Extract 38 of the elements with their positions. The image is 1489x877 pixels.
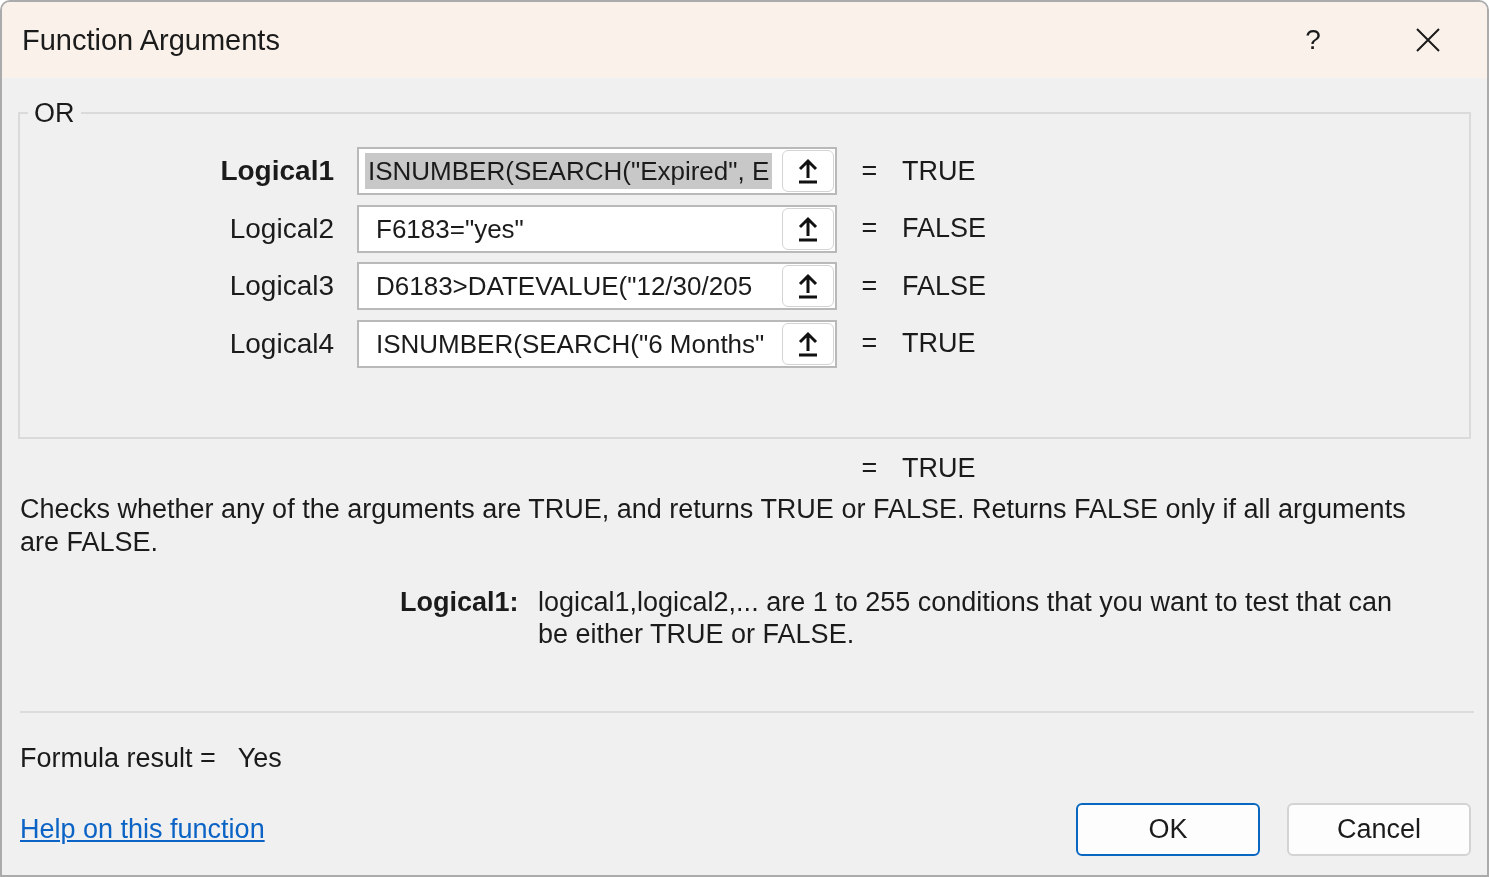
collapse-button[interactable] xyxy=(782,322,834,365)
arrow-up-icon xyxy=(797,215,819,242)
argument-help-text: logical1,logical2,... are 1 to 255 conditions that you want to test that can be either TRUE or FALSE. xyxy=(538,585,1394,650)
argument-result: FALSE xyxy=(902,213,988,244)
equals-sign: = xyxy=(861,270,878,302)
window-title: Function Arguments xyxy=(22,23,280,57)
function-name: OR xyxy=(33,98,76,128)
argument-result: TRUE xyxy=(902,328,977,359)
equals-sign: = xyxy=(861,213,878,244)
argument-help-label: Logical1: xyxy=(400,585,520,618)
argument-result: TRUE xyxy=(902,155,977,187)
arrow-up-icon xyxy=(797,330,819,357)
argument-field[interactable]: D6183>DATEVALUE("12/30/205 xyxy=(357,262,837,310)
collapse-button[interactable] xyxy=(782,265,834,307)
formula-result-value: Yes xyxy=(237,743,282,774)
function-description: Checks whether any of the arguments are TRUE, and returns TRUE or FALSE. Returns FALSE only if all arguments are FALSE. xyxy=(20,492,1407,559)
arrow-up-icon xyxy=(797,158,819,184)
argument-field[interactable]: ISNUMBER(SEARCH("6 Months" xyxy=(357,319,837,368)
equals-sign: = xyxy=(861,328,878,359)
arrow-up-icon xyxy=(797,273,819,299)
argument-label: Logical3 xyxy=(229,270,334,302)
cancel-button[interactable]: Cancel xyxy=(1287,802,1471,856)
ok-button[interactable]: OK xyxy=(1076,802,1260,856)
argument-field[interactable]: ISNUMBER(SEARCH("Expired", E xyxy=(357,147,837,195)
help-link[interactable]: Help on this function xyxy=(20,813,265,845)
argument-label: Logical4 xyxy=(229,327,334,360)
equals-sign: = xyxy=(861,155,878,187)
argument-field[interactable]: F6183="yes" xyxy=(357,204,837,253)
argument-label: Logical2 xyxy=(229,212,334,245)
formula-result-label: Formula result = xyxy=(20,743,216,774)
help-button[interactable]: ? xyxy=(1267,10,1359,70)
close-icon xyxy=(1416,28,1440,52)
argument-result: FALSE xyxy=(902,270,988,302)
collapse-button[interactable] xyxy=(782,150,834,192)
function-result: TRUE xyxy=(902,453,977,484)
collapse-button[interactable] xyxy=(782,207,834,250)
argument-label: Logical1 xyxy=(220,155,334,187)
equals-sign: = xyxy=(861,453,878,484)
